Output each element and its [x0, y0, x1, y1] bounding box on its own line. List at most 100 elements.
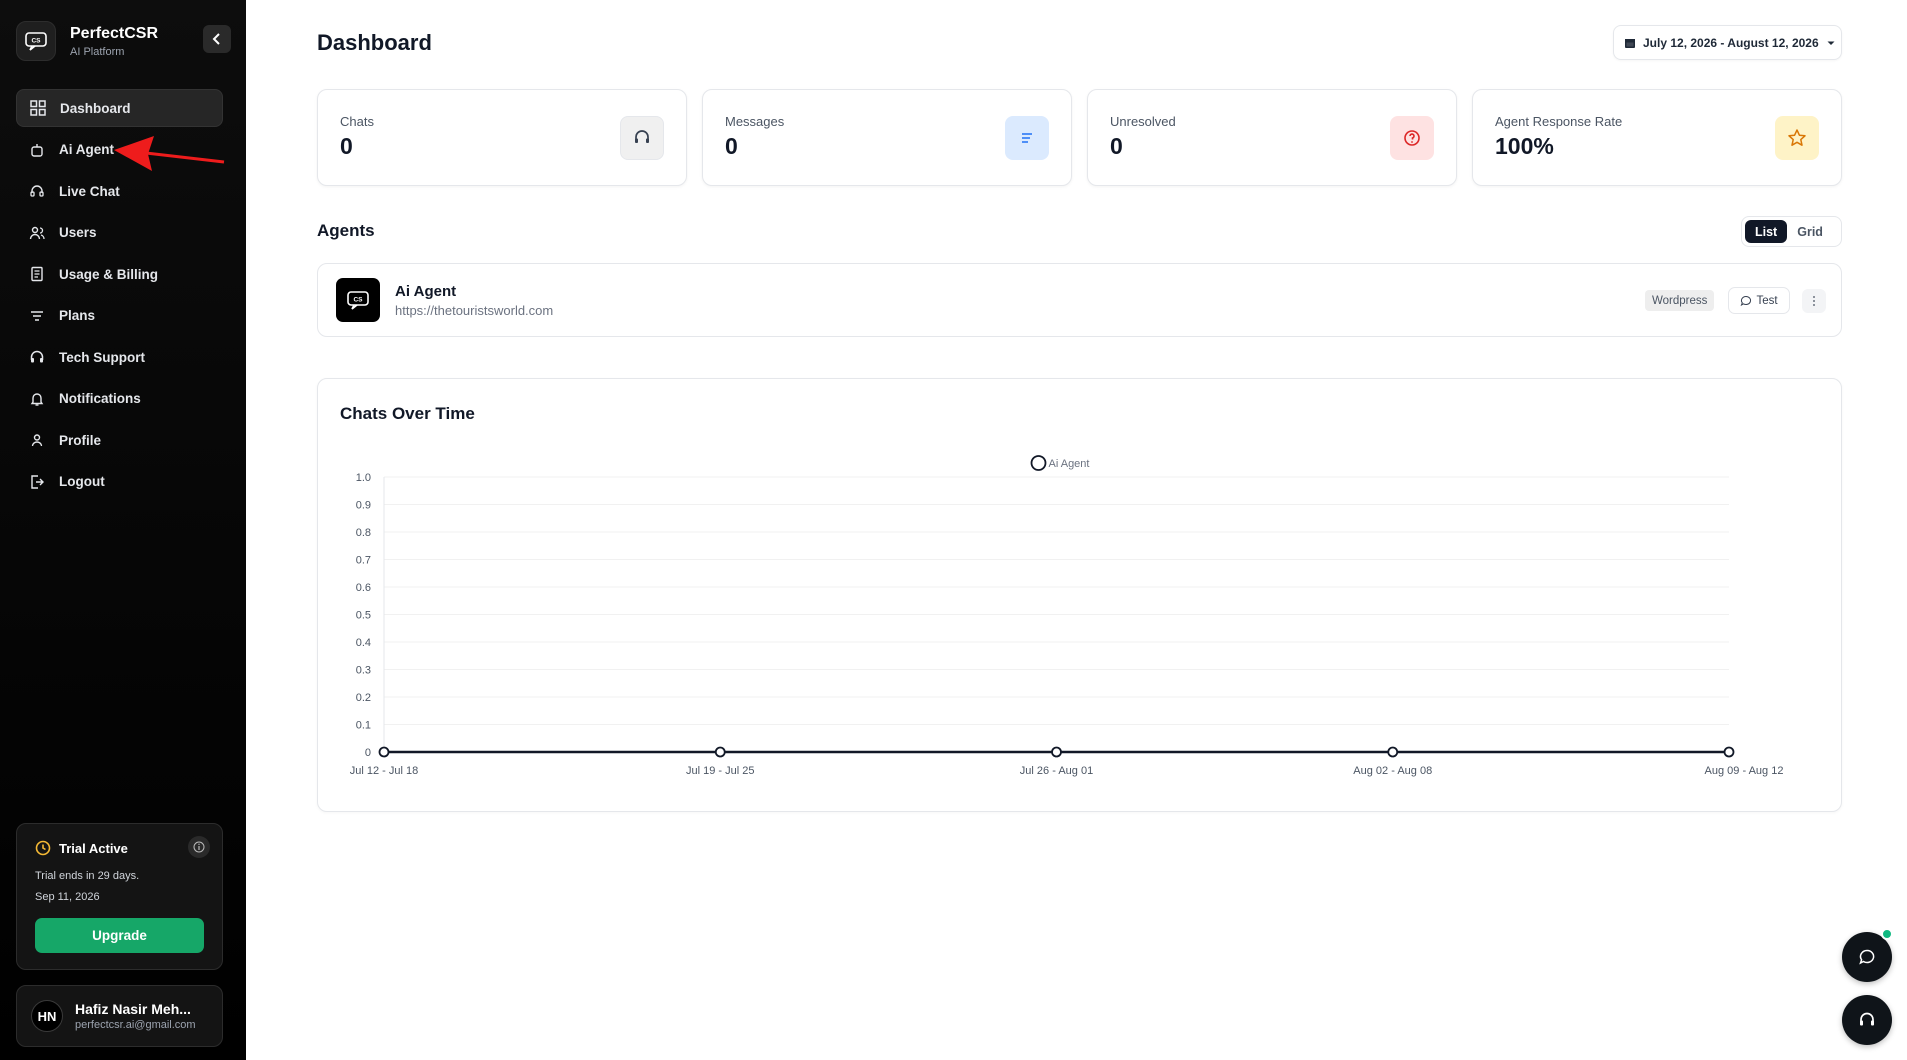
question-circle-icon: [1390, 116, 1434, 160]
data-point: [1387, 746, 1399, 758]
sidebar-item-label: Dashboard: [60, 100, 131, 116]
chat-icon: [1741, 295, 1752, 306]
headset-icon: [28, 182, 46, 200]
y-tick-label: 1.0: [356, 472, 371, 484]
sidebar-item-profile[interactable]: Profile: [16, 421, 223, 459]
y-tick-label: 0.6: [356, 582, 371, 594]
filter-icon: [28, 307, 46, 325]
brand-name: PerfectCSR: [70, 24, 159, 42]
date-range-text: July 12, 2026 - August 12, 2026: [1643, 35, 1819, 50]
x-tick-label: Jul 26 - Aug 01: [1020, 765, 1093, 777]
legend-label: Ai Agent: [1049, 458, 1090, 470]
robot-icon: [28, 141, 46, 159]
agents-section-title: Agents: [317, 221, 375, 240]
avatar: HN: [31, 1000, 63, 1032]
calendar-icon: [1625, 38, 1635, 48]
stat-value: 0: [1110, 133, 1123, 159]
upgrade-button[interactable]: Upgrade: [35, 918, 204, 953]
receipt-icon: [28, 265, 46, 283]
sidebar-item-label: Users: [59, 225, 97, 240]
stat-label: Chats: [340, 114, 374, 129]
chat-widget-button[interactable]: [1842, 928, 1893, 982]
test-label: Test: [1756, 294, 1778, 307]
y-tick-label: 0.3: [356, 665, 371, 677]
stat-card-chats: Chats 0: [317, 89, 687, 186]
stat-value: 0: [725, 133, 738, 159]
online-indicator: [1881, 928, 1893, 940]
caret-down-icon: [1827, 41, 1835, 45]
sidebar-item-label: Ai Agent: [59, 142, 114, 157]
more-vertical-icon: [1813, 296, 1815, 306]
trial-title: Trial Active: [35, 840, 204, 856]
data-point: [378, 746, 390, 758]
sidebar-item-users[interactable]: Users: [16, 214, 223, 252]
chats-over-time-card: Chats Over Time 1.0 0.9 0.8 0.7 0.6 0.5 0.4 0.3…: [317, 378, 1842, 812]
sidebar-item-notifications[interactable]: Notifications: [16, 380, 223, 418]
y-tick-label: 0.4: [356, 637, 371, 649]
grid-view-button[interactable]: Grid: [1787, 220, 1833, 243]
test-agent-button[interactable]: Test: [1728, 287, 1790, 314]
date-range-picker[interactable]: July 12, 2026 - August 12, 2026: [1613, 25, 1842, 60]
x-tick-label: Aug 02 - Aug 08: [1353, 765, 1432, 777]
svg-text:CS: CS: [31, 38, 41, 45]
sidebar-item-usage-billing[interactable]: Usage & Billing: [16, 255, 223, 293]
stat-card-messages: Messages 0: [702, 89, 1072, 186]
x-tick-label: Aug 09 - Aug 12: [1705, 765, 1784, 777]
trial-title-text: Trial Active: [59, 840, 128, 856]
data-point: [714, 746, 726, 758]
data-point: [1051, 746, 1062, 758]
view-toggle: List Grid: [1741, 216, 1842, 247]
sidebar-item-label: Plans: [59, 308, 96, 323]
agent-url: https://thetouristsworld.com: [395, 302, 554, 318]
trial-card: Trial Active Trial ends in 29 days. Sep …: [16, 823, 223, 970]
headphones-icon: [28, 348, 46, 366]
info-icon[interactable]: [188, 836, 210, 858]
y-tick-label: 0.7: [356, 555, 371, 567]
x-tick-label: Jul 12 - Jul 18: [350, 765, 418, 777]
collapse-sidebar-button[interactable]: [203, 25, 231, 53]
y-tick-label: 0.5: [356, 610, 371, 622]
sidebar-item-label: Live Chat: [59, 183, 120, 199]
more-options-button[interactable]: [1802, 289, 1826, 313]
main-content: Dashboard July 12, 2026 - August 12, 202…: [246, 0, 1907, 1060]
stat-card-response-rate: Agent Response Rate 100%: [1472, 89, 1842, 186]
support-widget-button[interactable]: [1842, 995, 1892, 1045]
chats-over-time-chart: 1.0 0.9 0.8 0.7 0.6 0.5 0.4 0.3 0.2 0.1 0 Jul 12 - …: [350, 455, 1784, 777]
headphones-icon: [1860, 1012, 1874, 1026]
platform-badge: Wordpress: [1645, 290, 1715, 311]
stat-value: 100%: [1495, 133, 1554, 159]
agent-logo-icon: CS: [336, 278, 380, 322]
user-card[interactable]: HN Hafiz Nasir Meh... perfectcsr.ai@gmai…: [16, 985, 223, 1047]
x-tick-label: Jul 19 - Jul 25: [686, 765, 754, 777]
star-icon: [1775, 116, 1819, 160]
brand-subtitle: AI Platform: [70, 45, 125, 58]
legend-marker: [1030, 455, 1047, 471]
lines-icon: [1005, 116, 1049, 160]
clock-icon: [35, 840, 51, 856]
grid-icon: [29, 99, 47, 117]
sidebar-item-label: Profile: [59, 432, 102, 448]
users-icon: [28, 224, 46, 242]
annotation-arrow-icon: [114, 136, 225, 171]
sidebar-item-label: Tech Support: [59, 349, 145, 365]
data-point: [1723, 746, 1735, 758]
user-icon: [28, 431, 46, 449]
list-view-button[interactable]: List: [1745, 220, 1788, 243]
sidebar-item-label: Logout: [59, 474, 105, 489]
stat-label: Messages: [725, 114, 785, 129]
y-tick-label: 0.9: [356, 500, 371, 512]
sidebar-item-plans[interactable]: Plans: [16, 297, 223, 335]
stat-label: Unresolved: [1110, 114, 1176, 129]
agent-row[interactable]: CS Ai Agent https://thetouristsworld.com…: [317, 263, 1842, 337]
trial-end-date: Sep 11, 2026: [35, 891, 100, 903]
brand-logo-icon: CS: [16, 21, 56, 61]
chat-icon: [1859, 949, 1875, 965]
chat-bubble-icon: [620, 116, 664, 160]
logout-icon: [28, 473, 46, 491]
agent-name: Ai Agent: [395, 282, 457, 300]
sidebar-item-dashboard[interactable]: Dashboard: [16, 89, 223, 127]
sidebar-item-tech-support[interactable]: Tech Support: [16, 338, 223, 376]
brand: CS PerfectCSR AI Platform: [16, 20, 231, 62]
sidebar-item-logout[interactable]: Logout: [16, 463, 223, 501]
sidebar-item-live-chat[interactable]: Live Chat: [16, 172, 223, 210]
